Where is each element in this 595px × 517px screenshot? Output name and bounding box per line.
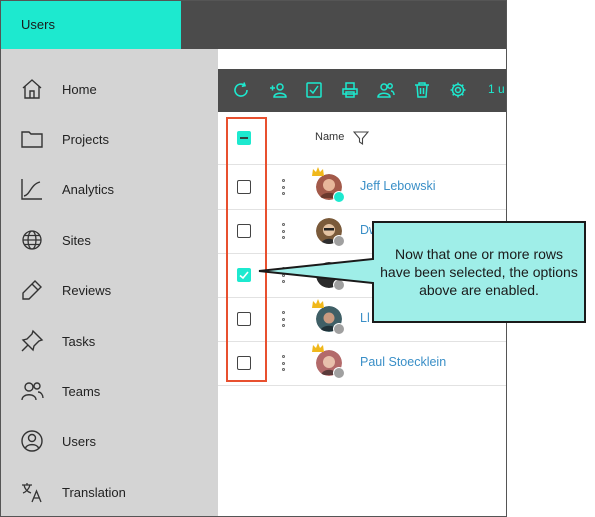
globe-icon	[19, 227, 45, 253]
crown-icon	[312, 299, 324, 308]
sidebar-item-analytics[interactable]: Analytics	[1, 169, 218, 209]
crown-icon	[312, 343, 324, 352]
settings-icon[interactable]	[448, 80, 468, 100]
pin-icon	[19, 328, 45, 354]
sidebar-item-label: Users	[62, 433, 96, 449]
avatar	[316, 218, 345, 247]
name-column-header[interactable]: Name	[315, 131, 344, 143]
sidebar-item-sites[interactable]: Sites	[1, 220, 218, 260]
status-offline-icon	[333, 235, 345, 247]
app-title: Users	[1, 1, 181, 49]
manage-users-icon[interactable]	[376, 80, 396, 100]
folder-icon	[19, 126, 45, 152]
sidebar-item-label: Tasks	[62, 333, 96, 349]
avatar	[316, 262, 345, 291]
row-menu-icon[interactable]	[279, 179, 287, 195]
sidebar-item-translation[interactable]: Translation	[1, 472, 218, 512]
filter-icon[interactable]	[353, 130, 369, 146]
top-bar: Users	[1, 1, 506, 49]
user-circle-icon	[19, 428, 45, 454]
avatar	[312, 299, 345, 335]
selection-count: 1 u	[488, 82, 505, 96]
sidebar-item-teams[interactable]: Teams	[1, 371, 218, 411]
sidebar-item-label: Teams	[62, 383, 101, 399]
sidebar-item-users[interactable]: Users	[1, 421, 218, 461]
toolbar: 1 u	[218, 69, 506, 112]
avatar	[312, 343, 345, 379]
sidebar-item-label: Reviews	[62, 282, 112, 298]
avatar	[312, 167, 345, 203]
sidebar-item-label: Home	[62, 81, 97, 97]
sidebar-item-projects[interactable]: Projects	[1, 119, 218, 159]
user-name-link[interactable]: Ll	[360, 311, 370, 325]
row-menu-icon[interactable]	[279, 267, 287, 283]
sidebar: Home Projects Analytics Sites Reviews Ta…	[1, 49, 218, 516]
callout-text: Now that one or more rows have been sele…	[380, 246, 578, 298]
team-icon	[19, 378, 45, 404]
status-offline-icon	[333, 367, 345, 379]
select-check-icon[interactable]	[304, 80, 324, 100]
user-name-link[interactable]: Paul Stoecklein	[360, 355, 446, 369]
delete-icon[interactable]	[412, 80, 432, 100]
status-offline-icon	[333, 279, 345, 291]
add-user-icon[interactable]	[268, 80, 288, 100]
status-offline-icon	[333, 323, 345, 335]
sidebar-item-tasks[interactable]: Tasks	[1, 321, 218, 361]
sidebar-item-label: Translation	[62, 484, 126, 500]
pen-icon	[19, 277, 45, 303]
crown-icon	[312, 167, 324, 176]
sidebar-item-home[interactable]: Home	[1, 69, 218, 109]
analytics-icon	[19, 176, 45, 202]
home-icon	[19, 76, 45, 102]
print-icon[interactable]	[340, 80, 360, 100]
row-menu-icon[interactable]	[279, 355, 287, 371]
refresh-icon[interactable]	[231, 80, 251, 100]
translate-icon	[19, 479, 45, 505]
sidebar-item-label: Analytics	[62, 181, 115, 197]
sidebar-item-label: Projects	[62, 131, 109, 147]
row-menu-icon[interactable]	[279, 311, 287, 327]
checkbox-column-highlight	[226, 117, 267, 382]
user-name-link[interactable]: Jeff Lebowski	[360, 179, 436, 193]
status-online-icon	[333, 191, 345, 203]
row-menu-icon[interactable]	[279, 223, 287, 239]
sidebar-item-reviews[interactable]: Reviews	[1, 270, 218, 310]
sidebar-item-label: Sites	[62, 232, 91, 248]
